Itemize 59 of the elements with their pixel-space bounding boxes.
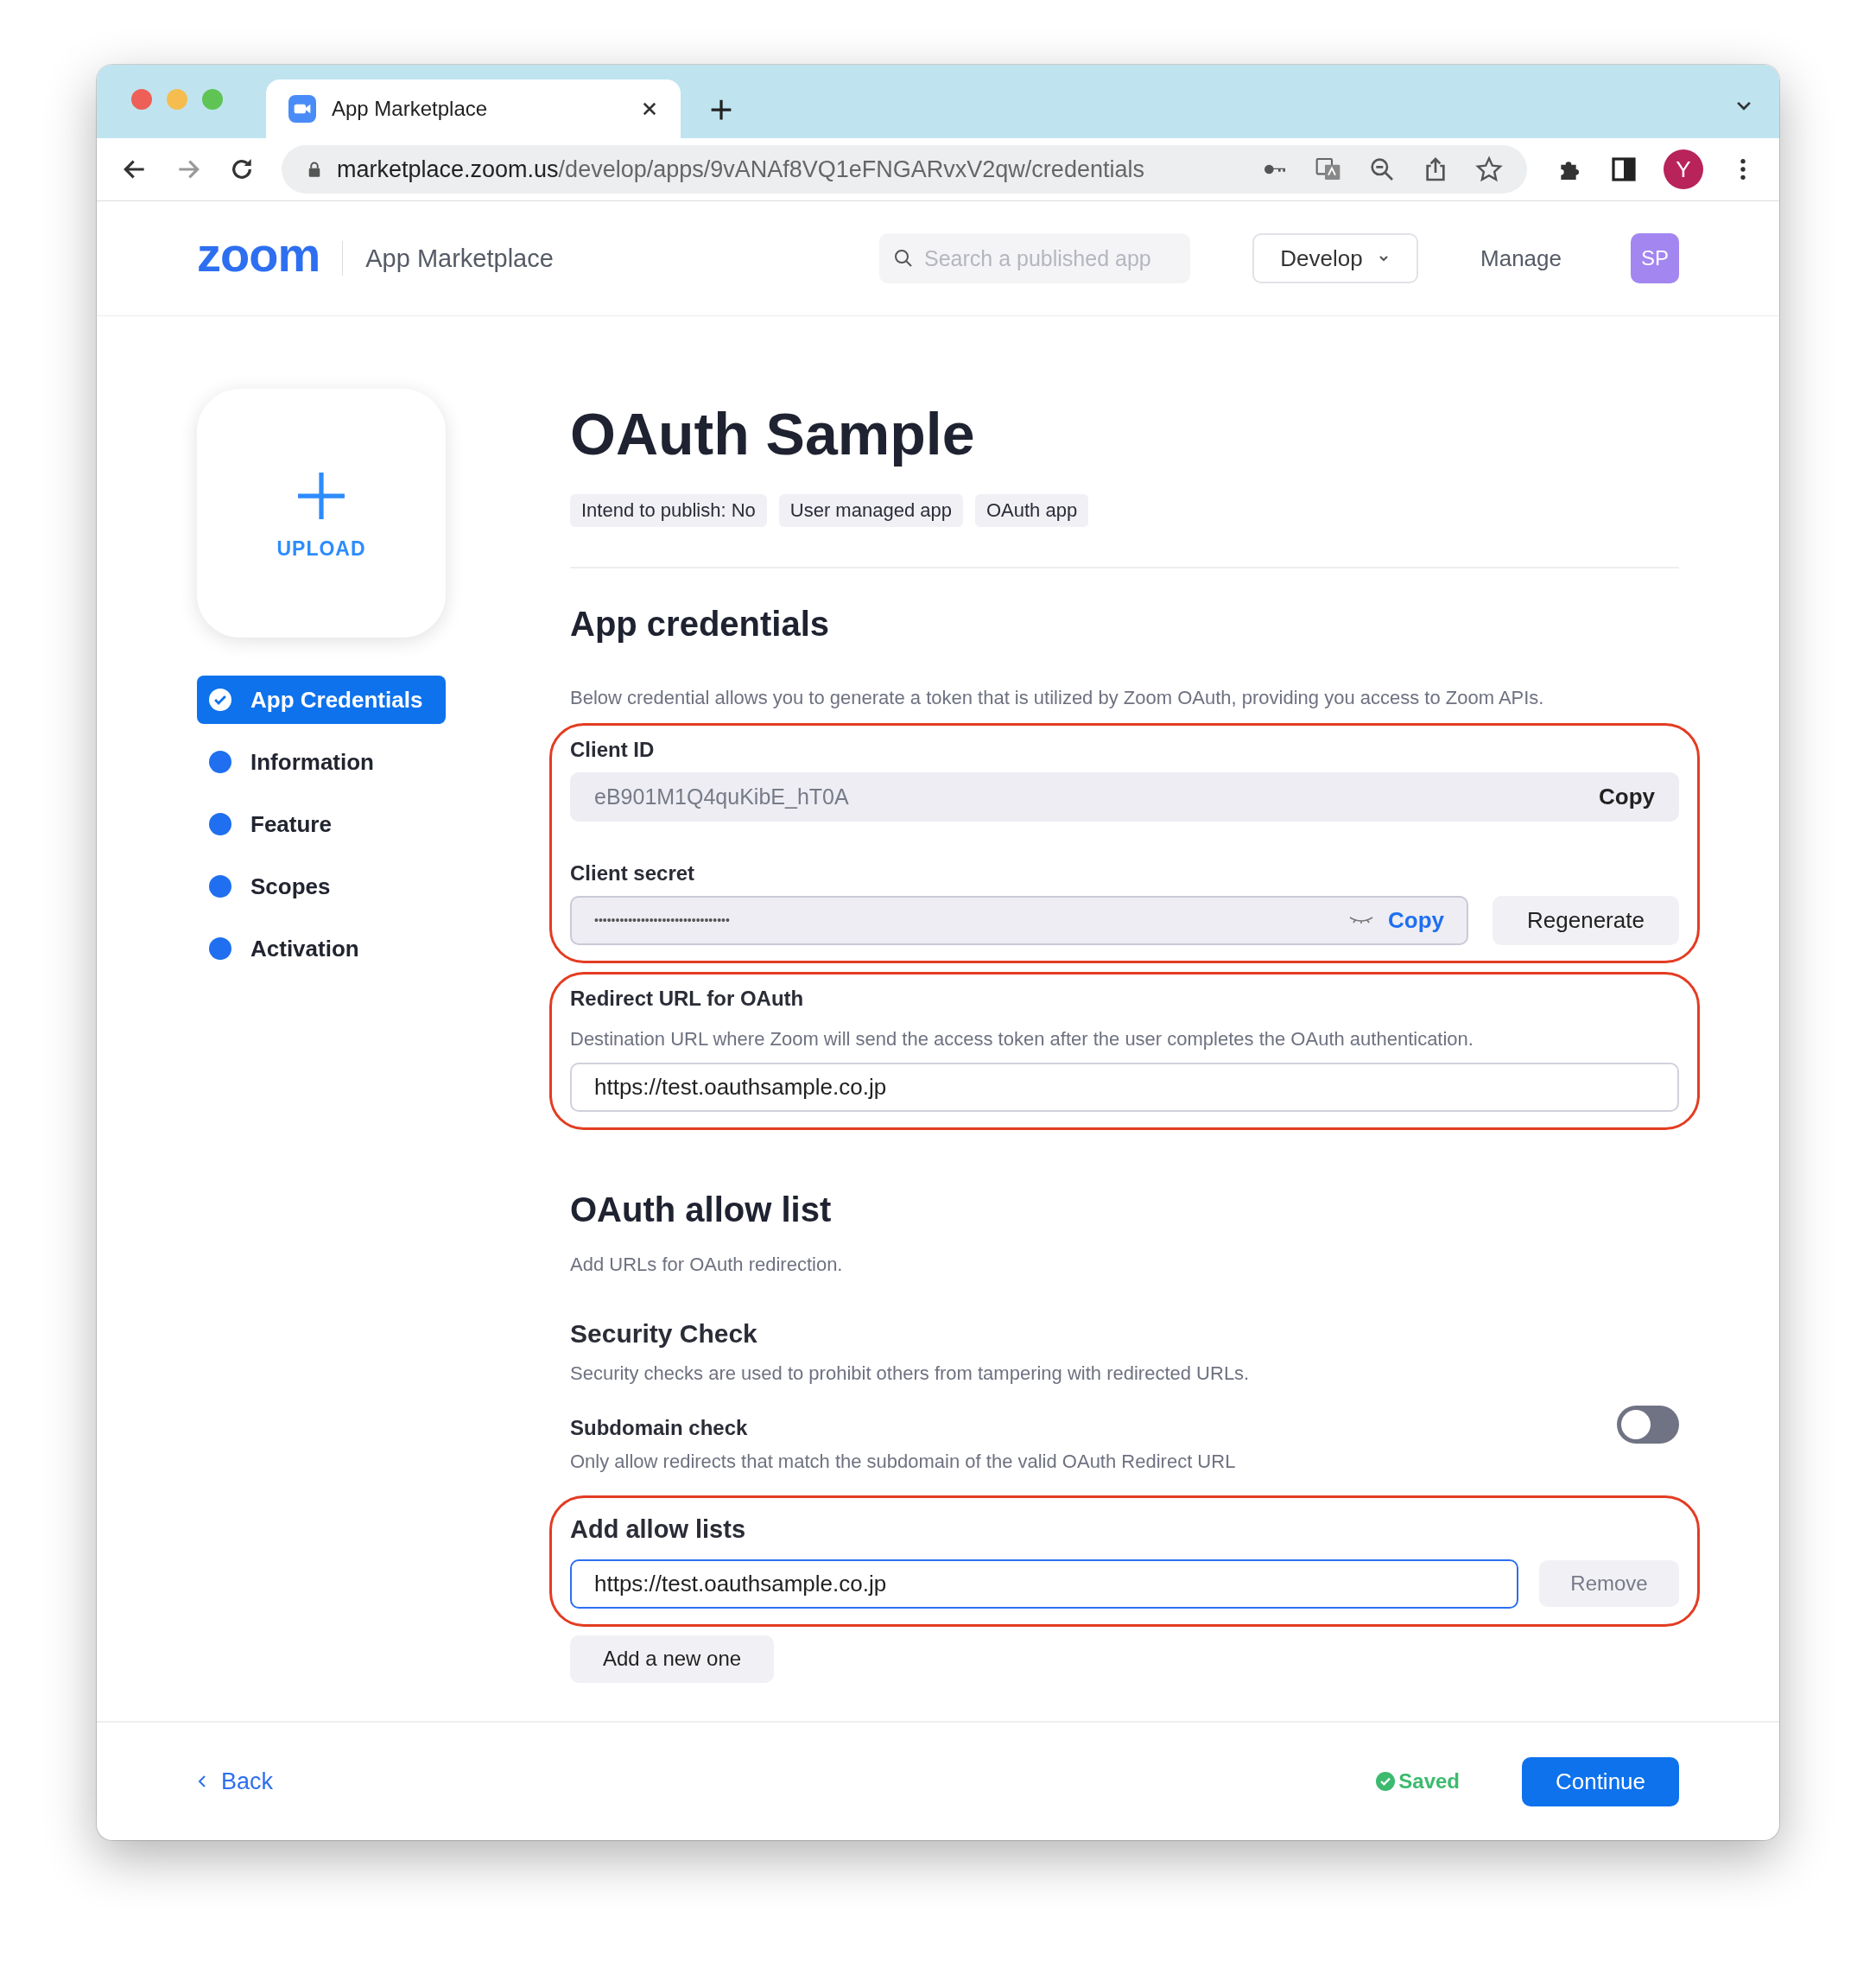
subsection-description: Security checks are used to prohibit others from tampering with redirected URLs. xyxy=(570,1362,1251,1385)
zoom-logo[interactable]: zoom xyxy=(197,231,320,279)
masked-secret: •••••••••••••••••••••••••••••••• xyxy=(594,913,730,928)
step-dot-icon xyxy=(209,813,231,835)
field-label: Add allow lists xyxy=(570,1514,747,1544)
continue-button[interactable]: Continue xyxy=(1522,1756,1679,1806)
section-description: Add URLs for OAuth redirection. xyxy=(570,1253,844,1276)
back-link[interactable]: Back xyxy=(197,1768,274,1795)
side-panel-icon[interactable] xyxy=(1610,156,1638,183)
field-label: Client secret xyxy=(570,860,696,886)
chevron-left-icon xyxy=(197,1774,207,1788)
tab-title: App Marketplace xyxy=(332,97,489,121)
toggle-switch[interactable] xyxy=(1617,1405,1679,1444)
section-heading: OAuth allow list xyxy=(570,1190,833,1229)
step-dot-icon xyxy=(209,875,231,898)
sidebar-item[interactable]: Feature xyxy=(197,800,446,848)
regenerate-button[interactable]: Regenerate xyxy=(1493,895,1679,945)
upload-label: UPLOAD xyxy=(276,536,366,561)
profile-avatar[interactable]: Y xyxy=(1664,149,1703,189)
app-tag: User managed app xyxy=(778,493,963,527)
check-circle-icon xyxy=(209,689,231,711)
address-bar[interactable]: marketplace.zoom.us/develop/apps/9vANAf8VQ1eFNGARvxV2qw/credentials xyxy=(282,145,1527,194)
close-icon[interactable] xyxy=(641,100,658,117)
redirect-url-field[interactable]: https://test.oauthsample.co.jp xyxy=(570,1062,1679,1112)
field-label: Redirect URL for OAuth xyxy=(570,986,805,1011)
search-field[interactable]: Search a published app xyxy=(879,233,1191,283)
copy-button[interactable]: Copy xyxy=(1599,783,1655,810)
section-heading: App credentials xyxy=(570,604,831,644)
app-title: OAuth Sample xyxy=(570,400,976,468)
copy-button[interactable]: Copy xyxy=(1388,906,1444,934)
sidebar-item[interactable]: App Credentials xyxy=(197,676,446,724)
sidebar-item[interactable]: Activation xyxy=(197,924,446,973)
field-label: Client ID xyxy=(570,737,656,762)
allow-url-field[interactable]: https://test.oauthsample.co.jp xyxy=(570,1559,1518,1609)
develop-dropdown[interactable]: Develop xyxy=(1252,233,1419,283)
star-icon[interactable] xyxy=(1475,156,1503,183)
setting-label: Subdomain check xyxy=(570,1415,749,1440)
step-dot-icon xyxy=(209,751,231,773)
step-dot-icon xyxy=(209,937,231,960)
setting-description: Only allow redirects that match the subdomain of the valid OAuth Redirect URL xyxy=(570,1450,1236,1473)
app-tag: OAuth app xyxy=(974,493,1089,527)
sidebar-item[interactable]: Scopes xyxy=(197,862,446,911)
add-new-button[interactable]: Add a new one xyxy=(570,1635,775,1683)
url-text: marketplace.zoom.us/develop/apps/9vANAf8VQ1eFNGARvxV2qw/credentials xyxy=(337,156,1144,183)
closed-eye-icon[interactable] xyxy=(1348,915,1374,926)
app-tag: Intend to publish: No xyxy=(570,493,767,527)
plus-icon[interactable] xyxy=(710,98,732,121)
remove-button[interactable]: Remove xyxy=(1539,1560,1679,1608)
video-camera-icon xyxy=(288,95,316,123)
sidebar-item[interactable]: Information xyxy=(197,738,446,786)
saved-status: Saved xyxy=(1376,1769,1460,1793)
section-description: Below credential allows you to generate a token that is utilized by Zoom OAuth, providing you access to Zoom APIs. xyxy=(570,686,1545,709)
client-id-value: eB901M1Q4quKibE_hT0A xyxy=(594,784,849,809)
field-description: Destination URL where Zoom will send the access token after the user completes the OAuth authentication. xyxy=(570,1027,1474,1051)
browser-tab[interactable]: App Marketplace xyxy=(266,79,681,138)
manage-link[interactable]: Manage xyxy=(1480,244,1562,272)
subsection-heading: Security Check xyxy=(570,1318,758,1349)
check-circle-icon xyxy=(1376,1772,1396,1791)
product-name: App Marketplace xyxy=(365,244,554,273)
